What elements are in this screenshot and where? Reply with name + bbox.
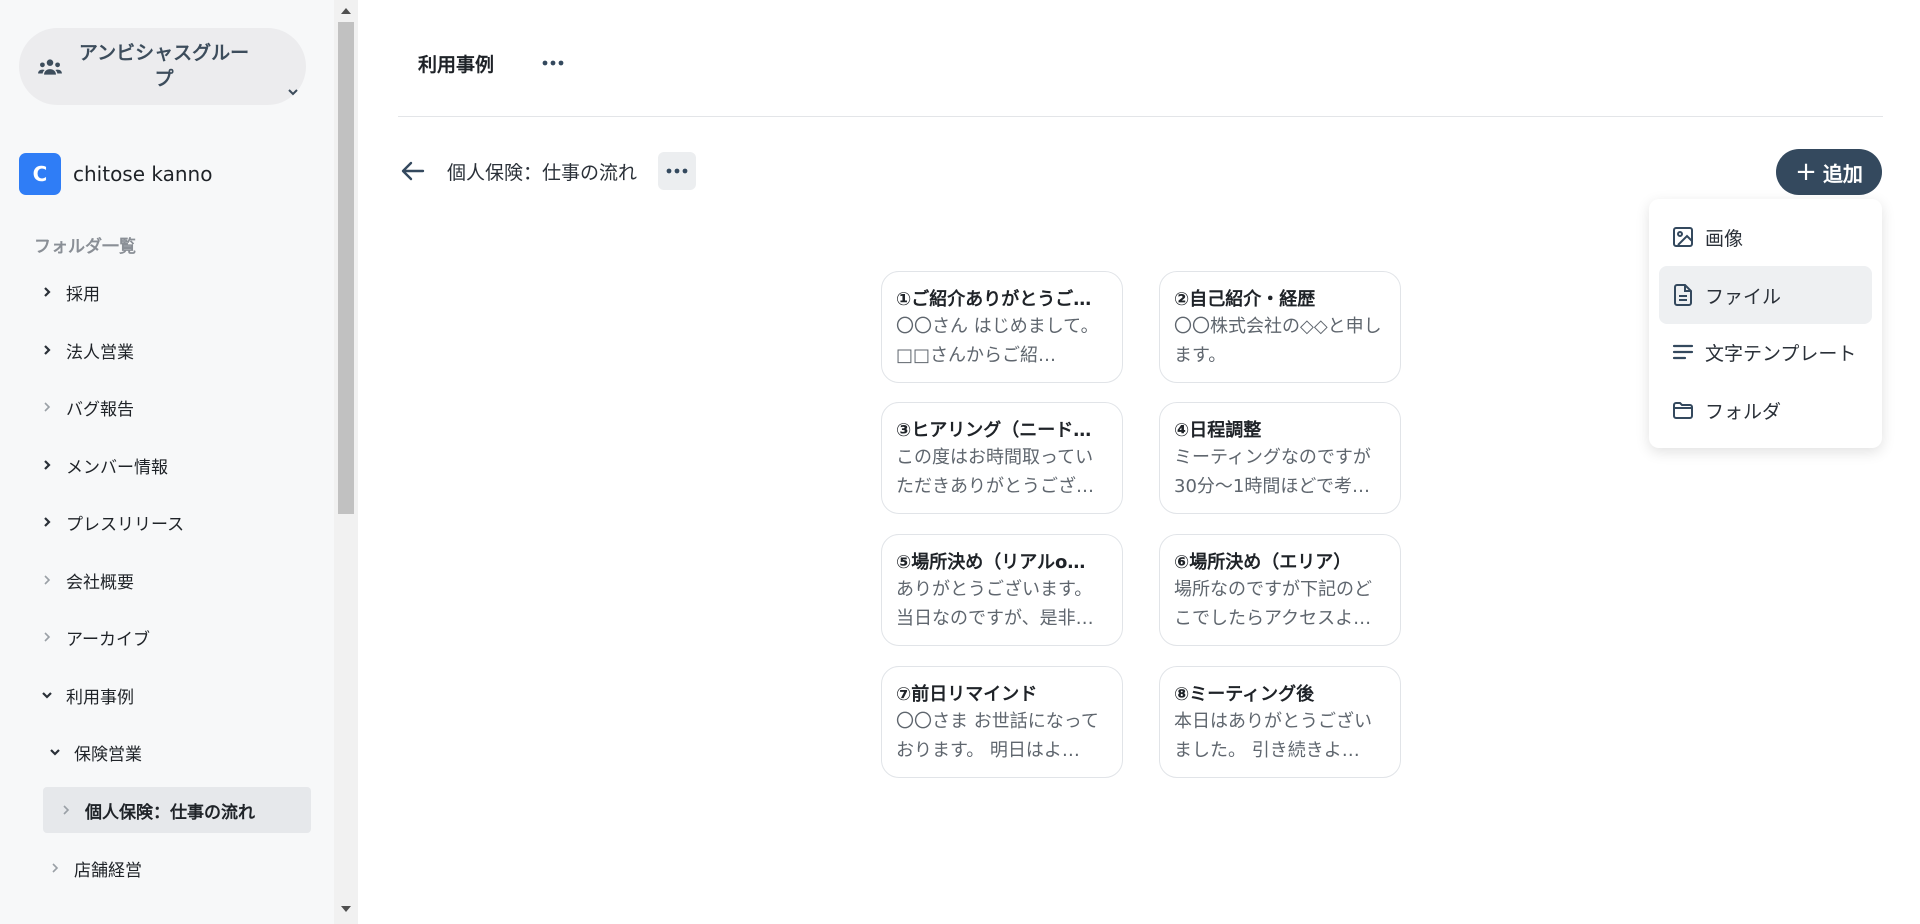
card-body: ミーティングなのですが30分〜1時間ほどで考…: [1174, 447, 1371, 497]
user-name: chitose kanno: [73, 162, 213, 186]
sidebar-item-press-release[interactable]: プレスリリース: [40, 499, 184, 545]
template-card[interactable]: ①ご紹介ありがとうご… 〇〇さん はじめまして。 □□さんからご紹…: [881, 271, 1123, 383]
text-template-icon: [1672, 344, 1694, 360]
sidebar-scrollbar[interactable]: [334, 0, 358, 924]
menu-item-label: フォルダ: [1705, 400, 1782, 423]
folder-icon: [1673, 402, 1693, 419]
sidebar-item-label: 利用事例: [66, 687, 134, 708]
header-divider: [398, 116, 1883, 117]
sidebar-item-member-info[interactable]: メンバー情報: [40, 442, 168, 488]
more-options-icon[interactable]: [538, 52, 568, 74]
add-button[interactable]: + 追加: [1776, 149, 1882, 195]
menu-item-image[interactable]: 画像: [1659, 208, 1872, 266]
menu-item-label: 文字テンプレート: [1705, 342, 1857, 365]
sidebar-item-personal-insurance[interactable]: 個人保険：仕事の流れ: [43, 787, 311, 833]
sidebar-item-label: 個人保険：仕事の流れ: [85, 802, 255, 823]
menu-item-label: 画像: [1705, 227, 1744, 250]
chevron-right-icon: [44, 517, 51, 527]
sidebar-item-label: 会社概要: [66, 572, 134, 593]
sidebar-item-label: 保険営業: [74, 744, 142, 765]
card-title: ③ヒアリング（ニード…: [896, 420, 1092, 441]
chevron-right-icon: [44, 345, 51, 355]
folder-list-heading: フォルダ一覧: [34, 237, 136, 257]
chevron-down-icon: [42, 692, 52, 699]
sidebar-item-insurance-sales[interactable]: 保険営業: [48, 729, 142, 775]
plus-icon: +: [1795, 157, 1817, 187]
chevron-right-icon: [44, 575, 51, 585]
folder-title: 個人保険：仕事の流れ: [447, 162, 638, 184]
sidebar-item-label: 採用: [66, 284, 100, 305]
back-arrow-icon[interactable]: [398, 156, 428, 186]
sidebar-item-recruiting[interactable]: 採用: [40, 269, 100, 315]
scroll-down-arrow-icon[interactable]: [341, 906, 351, 912]
avatar: C: [19, 153, 61, 195]
chevron-right-icon: [44, 287, 51, 297]
scroll-up-arrow-icon[interactable]: [341, 8, 351, 14]
card-title: ⑤場所決め（リアルo…: [896, 552, 1086, 573]
add-button-label: 追加: [1822, 161, 1863, 186]
image-icon: [1673, 227, 1693, 247]
card-title: ②自己紹介・経歴: [1174, 289, 1316, 310]
group-icon: [38, 59, 62, 75]
chevron-right-icon: [63, 805, 70, 815]
add-menu: 画像 ファイル 文字テンプレート フォルダ: [1649, 199, 1882, 448]
chevron-down-icon: [50, 749, 60, 756]
sidebar-item-label: アーカイブ: [66, 629, 150, 650]
card-body: 〇〇株式会社の◇◇と申します。: [1174, 316, 1382, 366]
card-title: ⑥場所決め（エリア）: [1174, 552, 1352, 573]
card-body: 〇〇さん はじめまして。 □□さんからご紹…: [896, 316, 1099, 366]
card-title: ⑦前日リマインド: [896, 684, 1038, 705]
card-body: 場所なのですが下記のどこでしたらアクセスよ…: [1174, 579, 1372, 629]
group-selector[interactable]: アンビシャスグループ: [19, 28, 306, 105]
chevron-right-icon: [52, 863, 59, 873]
template-card[interactable]: ③ヒアリング（ニード… この度はお時間取っていただきありがとうござ…: [881, 402, 1123, 514]
chevron-right-icon: [44, 632, 51, 642]
sidebar: アンビシャスグループ C chitose kanno フォルダ一覧 採用 法人営…: [0, 0, 334, 924]
chevron-right-icon: [44, 460, 51, 470]
sidebar-item-label: 店舗経営: [74, 860, 142, 881]
sidebar-item-label: メンバー情報: [66, 457, 168, 478]
card-title: ①ご紹介ありがとうご…: [896, 289, 1092, 310]
card-body: 本日はありがとうございました。 引き続きよ…: [1174, 711, 1372, 761]
folder-more-button[interactable]: [658, 152, 696, 190]
chevron-down-icon: [288, 89, 298, 96]
file-icon: [1674, 284, 1692, 306]
sidebar-item-archive[interactable]: アーカイブ: [40, 614, 150, 660]
template-card[interactable]: ④日程調整 ミーティングなのですが30分〜1時間ほどで考…: [1159, 402, 1401, 514]
template-card[interactable]: ⑦前日リマインド 〇〇さま お世話になっております。 明日はよ…: [881, 666, 1123, 778]
card-body: この度はお時間取っていただきありがとうござ…: [896, 447, 1094, 497]
sidebar-item-bug-reports[interactable]: バグ報告: [40, 384, 134, 430]
template-card[interactable]: ⑥場所決め（エリア） 場所なのですが下記のどこでしたらアクセスよ…: [1159, 534, 1401, 646]
menu-item-folder[interactable]: フォルダ: [1659, 381, 1872, 439]
menu-item-file[interactable]: ファイル: [1659, 266, 1872, 324]
chevron-right-icon: [44, 402, 51, 412]
page-title: 利用事例: [418, 54, 495, 76]
sidebar-item-label: 法人営業: [66, 342, 134, 363]
card-body: 〇〇さま お世話になっております。 明日はよ…: [896, 711, 1099, 761]
sidebar-item-company-profile[interactable]: 会社概要: [40, 557, 134, 603]
sidebar-item-store-management[interactable]: 店舗経営: [48, 845, 142, 891]
template-card[interactable]: ②自己紹介・経歴 〇〇株式会社の◇◇と申します。: [1159, 271, 1401, 383]
card-title: ④日程調整: [1174, 420, 1262, 441]
card-body: ありがとうございます。当日なのですが、是非…: [896, 579, 1094, 629]
template-card[interactable]: ⑧ミーティング後 本日はありがとうございました。 引き続きよ…: [1159, 666, 1401, 778]
sidebar-item-label: プレスリリース: [66, 514, 185, 535]
sidebar-item-corporate-sales[interactable]: 法人営業: [40, 327, 134, 373]
sidebar-item-use-cases[interactable]: 利用事例: [40, 672, 134, 718]
menu-item-label: ファイル: [1705, 285, 1782, 308]
group-name: アンビシャスグループ: [78, 42, 250, 90]
user-profile[interactable]: C chitose kanno: [19, 153, 212, 195]
scrollbar-thumb[interactable]: [338, 22, 354, 514]
template-card[interactable]: ⑤場所決め（リアルo… ありがとうございます。当日なのですが、是非…: [881, 534, 1123, 646]
more-options-icon: [666, 168, 688, 174]
card-title: ⑧ミーティング後: [1174, 684, 1315, 705]
sidebar-item-label: バグ報告: [66, 399, 134, 420]
menu-item-text-template[interactable]: 文字テンプレート: [1659, 323, 1872, 381]
